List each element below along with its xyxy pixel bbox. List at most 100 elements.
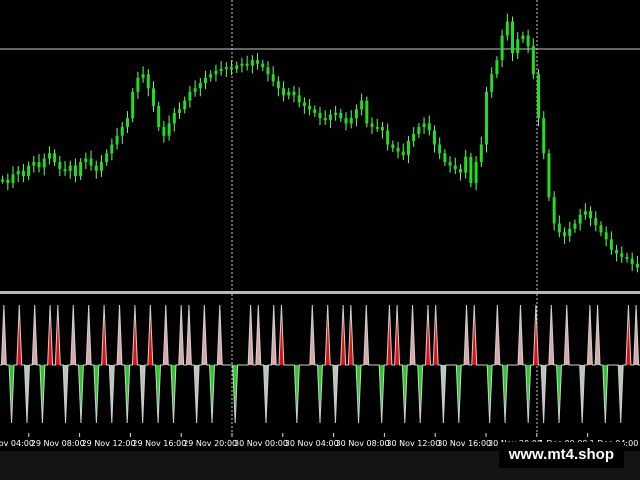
- candle-body: [521, 35, 525, 40]
- candle-body: [469, 156, 473, 184]
- time-label: 29 Nov 08:00: [31, 439, 85, 448]
- candle-body: [172, 112, 176, 124]
- time-label: 30 Nov 08:00: [336, 439, 390, 448]
- candle-body: [178, 109, 182, 113]
- candle-body: [105, 153, 109, 163]
- pane-separator[interactable]: [0, 291, 640, 294]
- time-label: 30 Nov 12:00: [386, 439, 440, 448]
- candle-body: [609, 239, 613, 250]
- candle-body: [365, 100, 369, 124]
- candle-body: [21, 170, 25, 177]
- candle-body: [620, 253, 624, 257]
- time-label: 30 Nov 16:00: [437, 439, 491, 448]
- time-label: 29 Nov 16:00: [132, 439, 186, 448]
- candle-body: [53, 153, 57, 163]
- candle-body: [204, 77, 208, 84]
- candle-body: [630, 258, 634, 264]
- candle-body: [344, 118, 348, 124]
- candle-body: [380, 126, 384, 131]
- time-label: 29 Nov 12:00: [82, 439, 136, 448]
- candle-body: [339, 112, 343, 119]
- candle-body: [448, 162, 452, 166]
- candle-body: [32, 162, 36, 166]
- candle-body: [464, 156, 468, 173]
- candle-body: [589, 211, 593, 219]
- candle-body: [547, 153, 551, 198]
- candle-body: [11, 174, 15, 184]
- chart-canvas[interactable]: 29 Nov 04:0029 Nov 08:0029 Nov 12:0029 N…: [0, 0, 640, 480]
- candle-body: [167, 123, 171, 136]
- time-label: 29 Nov 20:00: [183, 439, 237, 448]
- candle-body: [68, 165, 72, 171]
- candle-body: [302, 102, 306, 106]
- candle-body: [63, 169, 67, 172]
- candle-body: [125, 118, 129, 127]
- candle-body: [308, 105, 312, 110]
- candle-body: [261, 63, 265, 68]
- candle-body: [37, 162, 41, 168]
- candle-body: [563, 232, 567, 236]
- candle-body: [615, 249, 619, 254]
- candle-body: [120, 126, 124, 136]
- candle-body: [276, 81, 280, 89]
- candle-body: [594, 218, 598, 226]
- candle-body: [193, 88, 197, 92]
- watermark: www.mt4.shop: [498, 442, 624, 468]
- candle-body: [635, 263, 639, 268]
- candle-body: [583, 211, 587, 215]
- candle-body: [157, 105, 161, 127]
- candle-body: [458, 169, 462, 173]
- candle-body: [141, 74, 145, 78]
- candle-body: [297, 95, 301, 103]
- candle-body: [427, 123, 431, 131]
- candle-body: [370, 123, 374, 127]
- candle-body: [573, 223, 577, 229]
- candle-body: [198, 83, 202, 89]
- candle-body: [495, 60, 499, 75]
- candle-body: [250, 60, 254, 66]
- candle-body: [391, 144, 395, 149]
- candle-body: [89, 158, 93, 166]
- time-label: 30 Nov 00:00: [234, 439, 288, 448]
- candle-body: [240, 63, 244, 66]
- candle-body: [318, 112, 322, 119]
- candle-body: [360, 100, 364, 110]
- candle-body: [136, 77, 140, 92]
- candle-body: [401, 151, 405, 156]
- candle-body: [438, 144, 442, 154]
- candle-body: [16, 170, 20, 175]
- candle-body: [328, 114, 332, 120]
- candle-body: [406, 140, 410, 156]
- candle-body: [604, 232, 608, 240]
- candle-body: [94, 165, 98, 171]
- candle-body: [417, 126, 421, 134]
- candle-body: [505, 21, 509, 36]
- candle-body: [209, 74, 213, 78]
- candle-body: [58, 162, 62, 170]
- time-label: 29 Nov 04:00: [0, 439, 34, 448]
- candle-body: [6, 179, 10, 184]
- candle-body: [42, 158, 46, 168]
- candle-body: [511, 21, 515, 54]
- candle-body: [386, 130, 390, 145]
- candle-body: [453, 165, 457, 170]
- candle-body: [526, 35, 530, 47]
- candle-body: [557, 223, 561, 233]
- candle-body: [443, 153, 447, 163]
- candle-body: [490, 74, 494, 92]
- candle-body: [334, 112, 338, 115]
- candle-body: [323, 118, 327, 121]
- candle-body: [219, 68, 223, 71]
- candle-body: [474, 162, 478, 184]
- candle-body: [396, 148, 400, 152]
- candle-body: [375, 126, 379, 129]
- candle-body: [282, 88, 286, 96]
- candle-body: [146, 74, 150, 89]
- candle-body: [84, 158, 88, 163]
- candle-body: [245, 63, 249, 66]
- candle-body: [110, 144, 114, 154]
- candle-body: [625, 256, 629, 259]
- candle-body: [235, 65, 239, 69]
- candle-body: [578, 214, 582, 224]
- candle-body: [432, 130, 436, 145]
